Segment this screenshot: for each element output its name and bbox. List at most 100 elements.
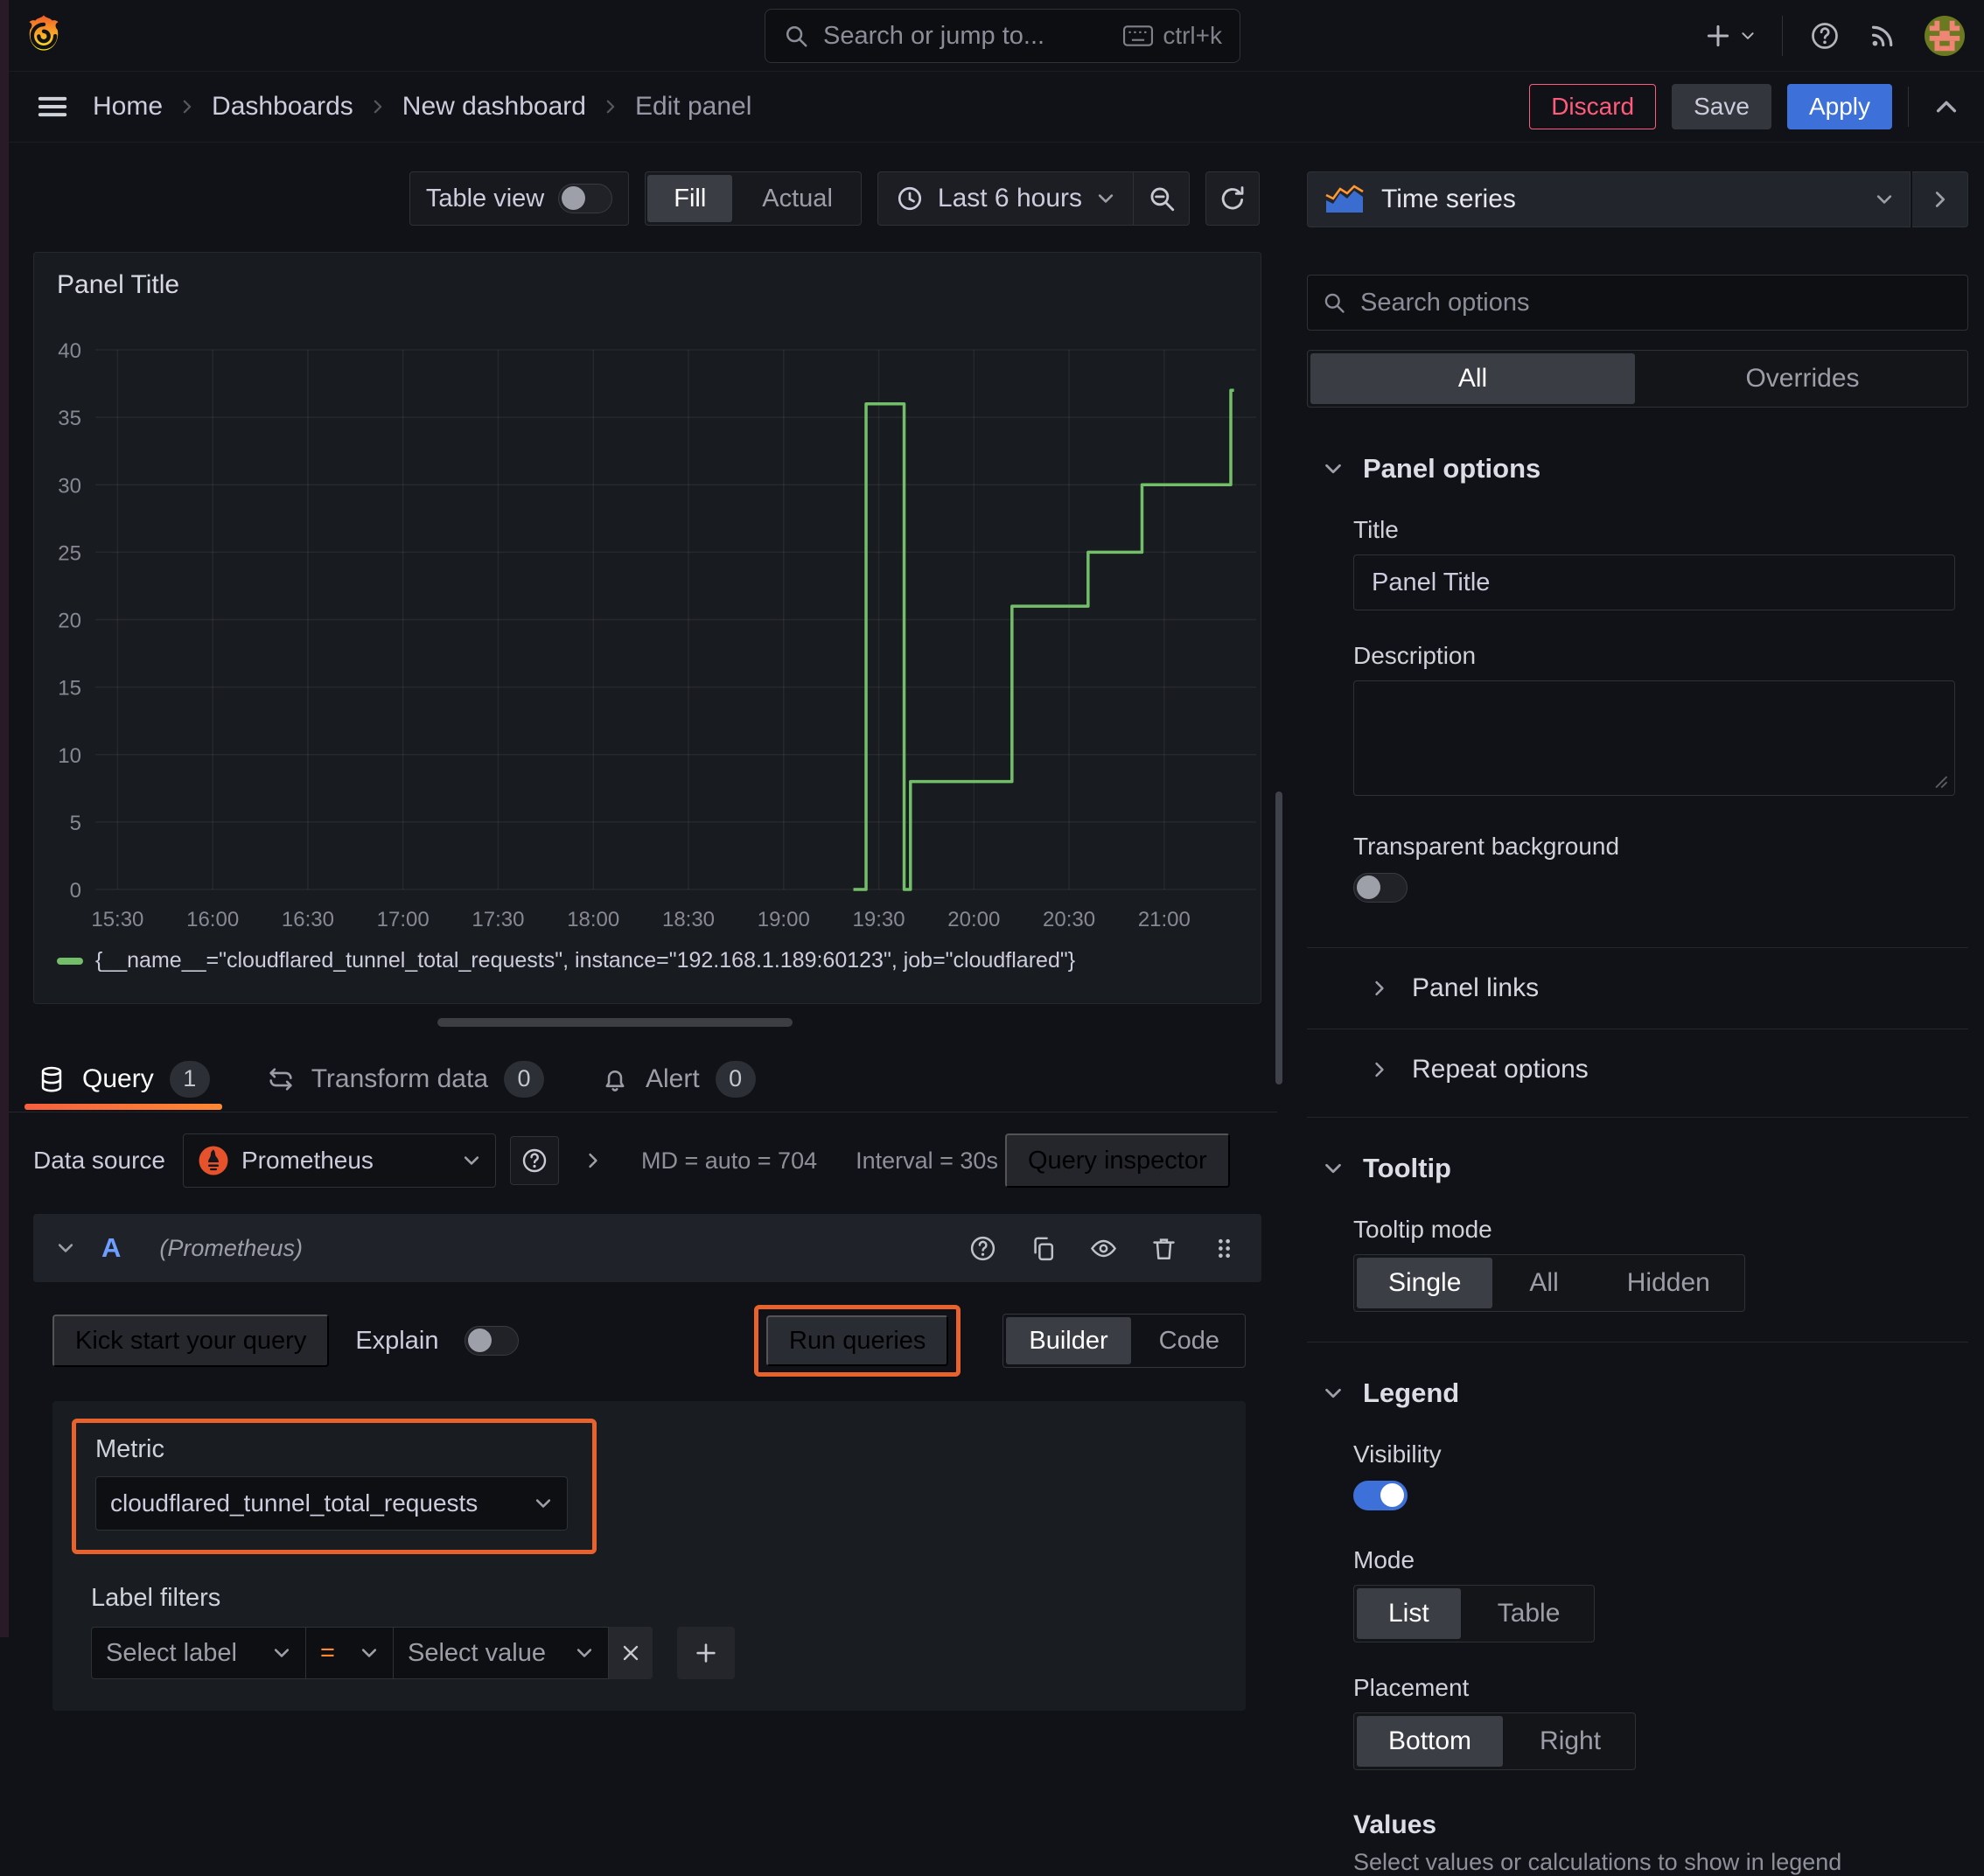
svg-text:20: 20 xyxy=(58,610,81,633)
search-icon xyxy=(783,23,809,49)
tooltip-header[interactable]: Tooltip xyxy=(1307,1153,1968,1184)
query-inspector-button[interactable]: Query inspector xyxy=(1004,1133,1230,1188)
table-view-toggle[interactable] xyxy=(558,184,613,213)
vertical-scrollbar-thumb[interactable] xyxy=(1275,792,1282,1084)
datasource-select[interactable]: Prometheus xyxy=(182,1133,496,1188)
tab-transform-data[interactable]: Transform data 0 xyxy=(266,1046,544,1112)
legend-placement-right[interactable]: Right xyxy=(1508,1716,1632,1767)
panel-title-input[interactable]: Panel Title xyxy=(1353,554,1955,610)
repeat-options-row[interactable]: Repeat options xyxy=(1307,1029,1968,1110)
time-range-label: Last 6 hours xyxy=(937,184,1082,213)
tab-overrides[interactable]: Overrides xyxy=(1640,353,1965,404)
apply-button[interactable]: Apply xyxy=(1786,84,1892,129)
tooltip-mode-all[interactable]: All xyxy=(1498,1258,1589,1308)
search-input[interactable]: Search or jump to... ctrl+k xyxy=(765,9,1240,63)
actual-option[interactable]: Actual xyxy=(736,175,859,222)
collapse-query-chevron[interactable] xyxy=(56,1238,75,1258)
explain-toggle[interactable] xyxy=(465,1326,520,1356)
builder-code-segmented: Builder Code xyxy=(1002,1314,1246,1368)
legend-visibility-toggle[interactable] xyxy=(1353,1481,1408,1510)
label-filters-label: Label filters xyxy=(91,1584,221,1612)
tooltip-mode-hidden[interactable]: Hidden xyxy=(1596,1258,1742,1308)
select-value-dropdown[interactable]: Select value xyxy=(394,1627,609,1679)
tab-query[interactable]: Query 1 xyxy=(24,1046,222,1112)
svg-text:16:00: 16:00 xyxy=(186,908,239,931)
avatar[interactable] xyxy=(1925,16,1965,56)
query-datasource-hint: (Prometheus) xyxy=(159,1234,303,1261)
label-filters-section: Label filters Select label = Select valu… xyxy=(72,1584,1219,1679)
add-filter-button[interactable] xyxy=(677,1627,735,1679)
explain-label: Explain xyxy=(355,1326,439,1355)
plus-icon xyxy=(1703,21,1733,51)
query-row-header[interactable]: A (Prometheus) xyxy=(33,1214,1261,1282)
search-shortcut: ctrl+k xyxy=(1122,22,1222,50)
save-button[interactable]: Save xyxy=(1672,84,1771,129)
legend-values-label: Values xyxy=(1353,1810,1437,1839)
transparent-background-toggle[interactable] xyxy=(1353,873,1408,903)
panel-options-header[interactable]: Panel options xyxy=(1307,453,1968,485)
tooltip-mode-single[interactable]: Single xyxy=(1357,1258,1493,1308)
discard-button[interactable]: Discard xyxy=(1529,84,1657,129)
time-range-group: Last 6 hours xyxy=(877,171,1190,226)
toggle-viz-picker-button[interactable] xyxy=(1912,171,1968,227)
operator-dropdown[interactable]: = xyxy=(306,1627,394,1679)
news-rss-button[interactable] xyxy=(1867,20,1898,52)
description-textarea[interactable] xyxy=(1353,680,1955,796)
run-queries-button[interactable]: Run queries xyxy=(766,1315,949,1366)
expand-options-chevron[interactable] xyxy=(583,1151,603,1170)
datasource-help-button[interactable] xyxy=(509,1136,559,1185)
transparent-background-label: Transparent background xyxy=(1353,833,1620,860)
kick-start-query-button[interactable]: Kick start your query xyxy=(52,1315,330,1367)
disable-query-eye-icon[interactable] xyxy=(1089,1234,1118,1263)
delete-query-trash-icon[interactable] xyxy=(1149,1234,1178,1263)
help-button[interactable] xyxy=(1809,20,1841,52)
breadcrumb-new-dashboard[interactable]: New dashboard xyxy=(402,92,586,122)
grafana-logo[interactable] xyxy=(19,11,68,60)
code-option[interactable]: Code xyxy=(1136,1317,1242,1364)
panel-links-row[interactable]: Panel links xyxy=(1307,948,1968,1029)
tab-alert[interactable]: Alert 0 xyxy=(600,1046,756,1112)
drag-handle-icon[interactable] xyxy=(1210,1234,1239,1263)
select-label-dropdown[interactable]: Select label xyxy=(91,1627,306,1679)
query-row-actions xyxy=(968,1234,1239,1263)
time-range-picker[interactable]: Last 6 hours xyxy=(878,184,1133,213)
time-series-chart[interactable]: 0 5 10 15 20 25 30 35 40 15:30 16:00 16:30 17:00 17:3… xyxy=(34,303,1261,942)
zoom-out-button[interactable] xyxy=(1133,172,1189,225)
legend-mode-list[interactable]: List xyxy=(1357,1588,1461,1639)
options-search-input[interactable]: Search options xyxy=(1307,275,1968,331)
builder-option[interactable]: Builder xyxy=(1006,1317,1131,1364)
visualization-select[interactable]: Time series xyxy=(1307,171,1911,227)
menu-toggle-button[interactable] xyxy=(35,89,70,124)
chart-panel: Panel Title 0 5 10 15 20 25 30 35 40 15:30 16:00 16… xyxy=(33,252,1261,1004)
horizontal-scrollbar-thumb[interactable] xyxy=(437,1018,793,1027)
legend-mode-table[interactable]: Table xyxy=(1466,1588,1592,1639)
chevron-down-icon xyxy=(1323,458,1344,479)
topbar-actions xyxy=(1703,0,1965,72)
alert-count-badge: 0 xyxy=(715,1060,756,1098)
breadcrumb-dashboards[interactable]: Dashboards xyxy=(212,92,353,122)
duplicate-query-icon[interactable] xyxy=(1029,1234,1058,1263)
remove-filter-button[interactable] xyxy=(609,1627,653,1679)
svg-text:0: 0 xyxy=(70,879,81,903)
metric-label: Metric xyxy=(95,1435,164,1463)
chart-legend[interactable]: {__name__="cloudflared_tunnel_total_requ… xyxy=(57,948,1261,973)
options-search-placeholder: Search options xyxy=(1360,288,1530,317)
fill-option[interactable]: Fill xyxy=(647,175,733,222)
query-help-icon[interactable] xyxy=(968,1234,997,1263)
refresh-icon xyxy=(1218,184,1247,213)
resize-handle-icon[interactable] xyxy=(1932,772,1949,790)
legend-header[interactable]: Legend xyxy=(1307,1377,1968,1409)
visualization-row: Time series xyxy=(1307,171,1968,227)
collapse-options-button[interactable] xyxy=(1933,94,1960,120)
database-icon xyxy=(37,1064,66,1094)
legend-placement-bottom[interactable]: Bottom xyxy=(1357,1716,1504,1767)
chevron-down-icon xyxy=(462,1151,481,1170)
bell-icon xyxy=(600,1064,630,1094)
metric-select[interactable]: cloudflared_tunnel_total_requests xyxy=(95,1476,568,1531)
tooltip-section: Tooltip Tooltip mode Single All Hidden xyxy=(1307,1117,1968,1312)
refresh-button[interactable] xyxy=(1205,171,1260,226)
tab-all[interactable]: All xyxy=(1310,353,1635,404)
new-button[interactable] xyxy=(1703,21,1756,51)
window-edge-strip xyxy=(0,0,9,1637)
breadcrumb-home[interactable]: Home xyxy=(93,92,163,122)
